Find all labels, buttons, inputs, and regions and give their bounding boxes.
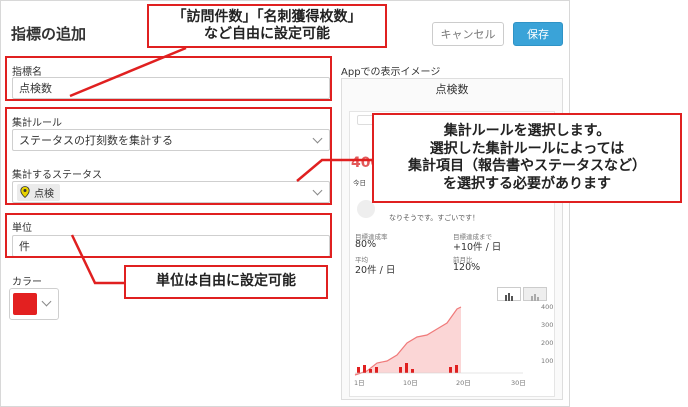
callout-line: など自由に設定可能 <box>204 26 330 42</box>
callout-line: 集計項目（報告書やステータスなど） <box>408 158 646 174</box>
callout-line: 集計ルールを選択します。 <box>443 123 611 139</box>
annotation-connectors <box>69 46 372 285</box>
callout-line: 単位は自由に設定可能 <box>156 273 296 290</box>
callout-unit: 単位は自由に設定可能 <box>124 265 328 299</box>
callout-metric-name: 「訪問件数」「名刺獲得枚数」 など自由に設定可能 <box>147 4 387 48</box>
callout-line: を選択する必要があります <box>443 175 611 192</box>
callout-aggregation-rule: 集計ルールを選択します。 選択した集計ルールによっては 集計項目（報告書やステー… <box>372 113 682 203</box>
callout-line: 「訪問件数」「名刺獲得枚数」 <box>172 8 362 25</box>
callout-line: 選択した集計ルールによっては <box>429 140 625 157</box>
